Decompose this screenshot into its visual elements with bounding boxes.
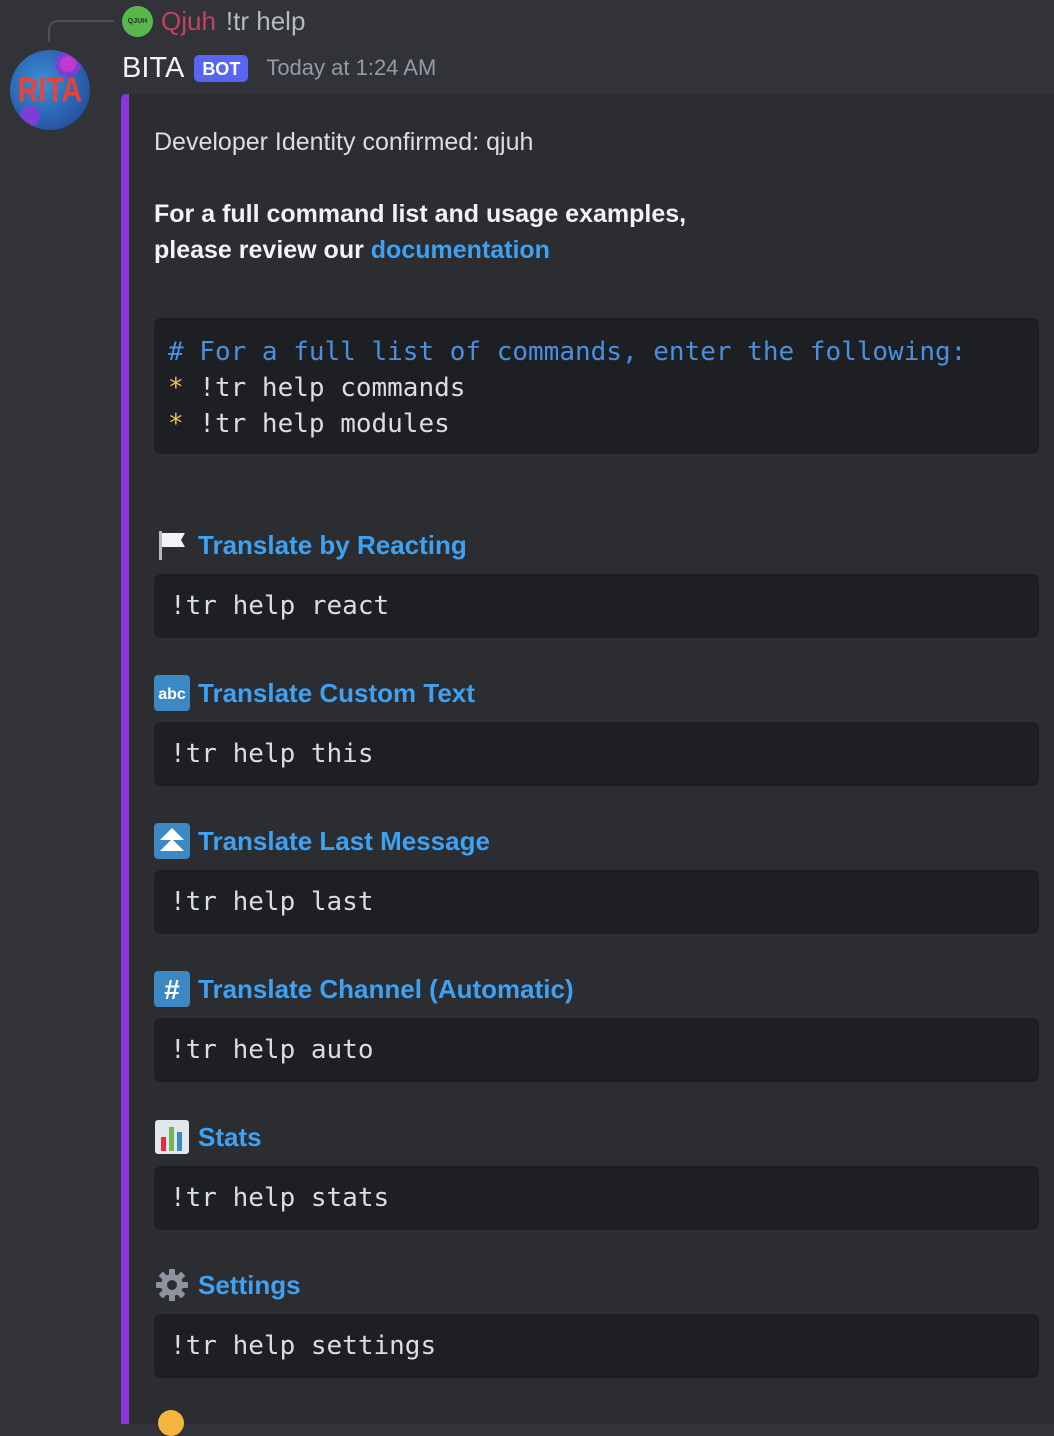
reply-author[interactable]: Qjuh bbox=[161, 6, 216, 37]
embed-doc-line2: please review our documentation bbox=[154, 236, 550, 265]
fast-up-icon bbox=[154, 823, 190, 859]
code-comment: # For a full list of commands, enter the… bbox=[168, 337, 967, 367]
bar-chart-icon bbox=[154, 1119, 190, 1155]
field-command-auto: !tr help auto bbox=[154, 1018, 1039, 1082]
field-title-text: Settings bbox=[198, 1269, 301, 1300]
svg-text:#: # bbox=[164, 974, 180, 1005]
reply-preview[interactable]: QJUH Qjuh !tr help bbox=[122, 4, 305, 38]
white-flag-icon bbox=[154, 527, 190, 563]
field-command-settings: !tr help settings bbox=[154, 1314, 1039, 1378]
field-title-text: Translate Channel (Automatic) bbox=[198, 973, 574, 1004]
code-bullet-star: * bbox=[168, 373, 184, 403]
field-title-text: Translate Custom Text bbox=[198, 677, 475, 708]
code-bullet-command: !tr help commands bbox=[183, 373, 466, 403]
svg-text:abc: abc bbox=[158, 686, 186, 703]
avatar-text: RITA bbox=[18, 70, 82, 109]
field-title-this: abc Translate Custom Text bbox=[154, 673, 475, 713]
bot-tag: BOT bbox=[194, 54, 249, 82]
bot-avatar[interactable]: RITA bbox=[10, 50, 90, 130]
field-title-auto: # Translate Channel (Automatic) bbox=[154, 969, 574, 1009]
reply-avatar[interactable]: QJUH bbox=[122, 5, 153, 37]
field-title-text: Translate Last Message bbox=[198, 825, 490, 856]
code-bullet-command: !tr help modules bbox=[183, 409, 450, 439]
gear-icon bbox=[154, 1267, 190, 1303]
embed-intro: Developer Identity confirmed: qjuh bbox=[154, 128, 534, 156]
reply-content[interactable]: !tr help bbox=[226, 6, 306, 37]
field-title-react: Translate by Reacting bbox=[154, 525, 467, 565]
field-command-this: !tr help this bbox=[154, 722, 1039, 786]
bot-username[interactable]: BITA bbox=[122, 52, 184, 85]
abc-icon: abc bbox=[154, 675, 190, 711]
code-bullet-star: * bbox=[168, 409, 184, 439]
field-title-text: Translate by Reacting bbox=[198, 529, 467, 560]
hash-icon: # bbox=[154, 971, 190, 1007]
field-title-stats: Stats bbox=[154, 1117, 262, 1157]
field-command-stats: !tr help stats bbox=[154, 1166, 1039, 1230]
reply-connector bbox=[48, 20, 114, 42]
message-header: BITA BOT Today at 1:24 AM bbox=[122, 48, 436, 88]
embed-doc-prefix: please review our bbox=[154, 236, 371, 264]
field-title-text: Stats bbox=[198, 1121, 262, 1152]
embed-doc-line1: For a full command list and usage exampl… bbox=[154, 200, 687, 228]
next-field-emoji-icon bbox=[158, 1410, 184, 1436]
field-title-last: Translate Last Message bbox=[154, 821, 490, 861]
field-title-settings: Settings bbox=[154, 1265, 301, 1305]
documentation-link[interactable]: documentation bbox=[371, 236, 550, 264]
field-command-last: !tr help last bbox=[154, 870, 1039, 934]
field-command-react: !tr help react bbox=[154, 574, 1039, 638]
message-timestamp[interactable]: Today at 1:24 AM bbox=[266, 55, 436, 81]
command-list-code-block: # For a full list of commands, enter the… bbox=[154, 318, 1039, 454]
